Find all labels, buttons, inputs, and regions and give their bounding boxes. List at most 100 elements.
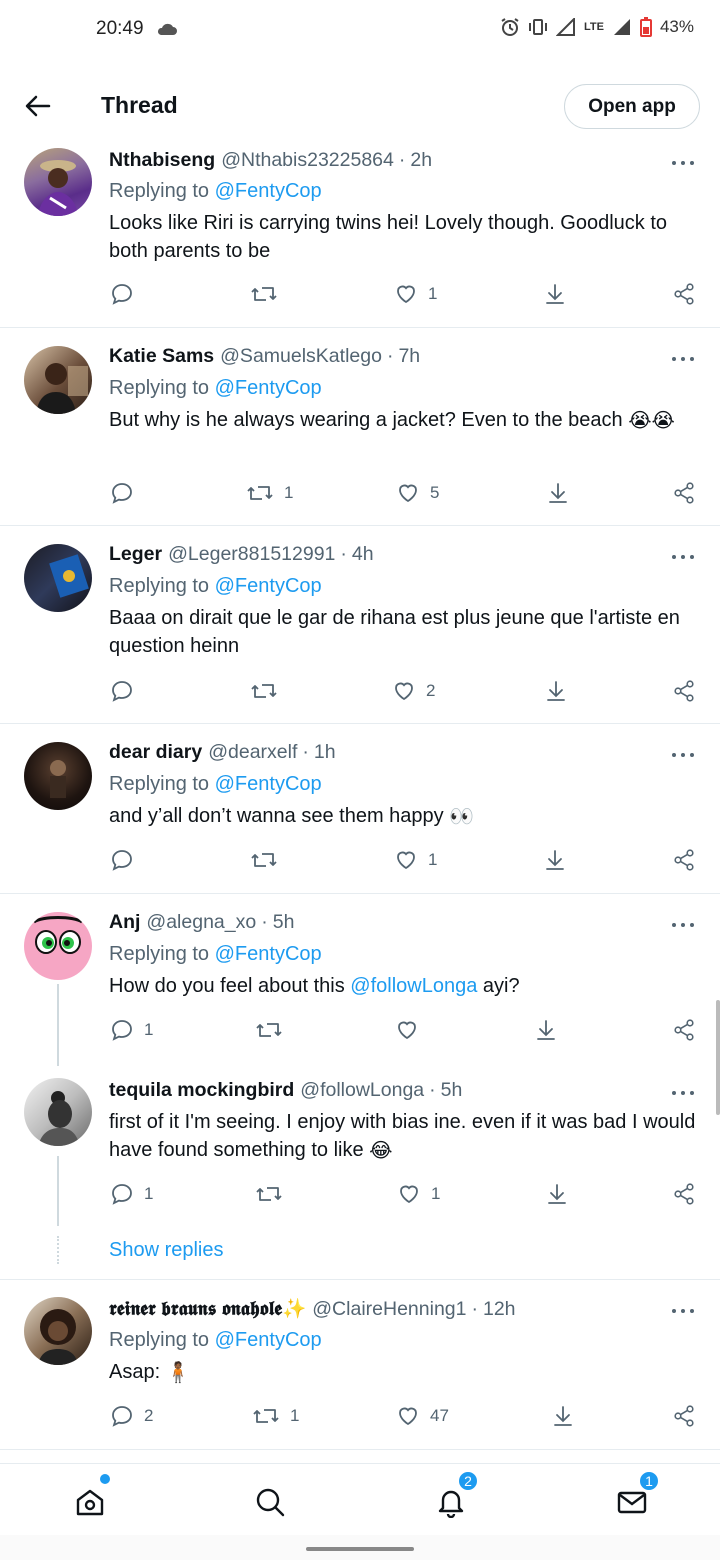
tweet[interactable]: tequila mockingbird @followLonga · 5h fi… [0, 1060, 720, 1280]
bookmark-button[interactable] [551, 1404, 575, 1428]
more-icon[interactable] [668, 349, 698, 369]
tweet-text-body: Asap: [109, 1361, 161, 1383]
replying-mention[interactable]: @FentyCop [215, 943, 322, 965]
replying-mention[interactable]: @FentyCop [215, 180, 322, 202]
nav-messages[interactable]: 1 [612, 1470, 660, 1522]
like-icon [397, 285, 415, 304]
tweet-time[interactable]: 12h [483, 1298, 516, 1321]
share-button[interactable] [672, 1182, 696, 1206]
tweet-time[interactable]: 5h [441, 1079, 463, 1102]
bookmark-button[interactable] [534, 1018, 558, 1042]
avatar[interactable] [24, 544, 92, 612]
author-handle[interactable]: @dearxelf [208, 741, 297, 764]
tweet[interactable]: Katie Sams @SamuelsKatlego · 7h Replying… [0, 328, 720, 526]
author-handle[interactable]: @alegna_xo [146, 911, 256, 934]
more-icon[interactable] [668, 1083, 698, 1103]
share-button[interactable] [672, 481, 696, 505]
author-name[interactable]: dear diary [109, 741, 202, 764]
retweet-button[interactable] [250, 848, 288, 872]
tweet-time[interactable]: 5h [273, 911, 295, 934]
scroll-indicator[interactable] [716, 1000, 720, 1115]
bookmark-download-icon [554, 1406, 572, 1426]
nav-search[interactable] [250, 1482, 290, 1522]
nav-home[interactable] [70, 1474, 110, 1522]
author-handle[interactable]: @followLonga [300, 1079, 424, 1102]
tweet[interactable]: Nthabiseng @Nthabis23225864 · 2h Replyin… [0, 144, 720, 328]
avatar[interactable] [24, 742, 92, 810]
nav-notifications[interactable]: 2 [431, 1470, 479, 1522]
avatar[interactable] [24, 346, 92, 414]
more-icon[interactable] [668, 745, 698, 765]
author-name[interactable]: Leger [109, 543, 162, 566]
retweet-button[interactable] [255, 1018, 293, 1042]
more-icon[interactable] [668, 153, 698, 173]
reply-icon [112, 1020, 132, 1041]
like-button[interactable]: 1 [394, 848, 437, 872]
tweet[interactable]: 𝖗𝖊𝖎𝖓𝖊𝖗 𝖇𝖗𝖆𝖚𝖓𝖘 𝖔𝖓𝖆𝖍𝖔𝖑𝖊 ✨ @ClaireHenning1 … [0, 1280, 720, 1450]
author-handle[interactable]: @ClaireHenning1 [312, 1298, 466, 1321]
like-button[interactable]: 1 [397, 1182, 440, 1206]
show-replies-link[interactable]: Show replies [109, 1239, 224, 1262]
like-button[interactable] [395, 1018, 429, 1042]
retweet-button[interactable]: 1 [252, 1404, 299, 1428]
bookmark-button[interactable] [546, 481, 570, 505]
tweet-time[interactable]: 7h [398, 345, 420, 368]
bookmark-button[interactable] [544, 679, 568, 703]
share-button[interactable] [672, 848, 696, 872]
author-handle[interactable]: @SamuelsKatlego [220, 345, 382, 368]
tweet-time[interactable]: 2h [410, 149, 432, 172]
reply-button[interactable]: 2 [110, 1404, 153, 1428]
reply-button[interactable] [110, 282, 144, 306]
author-handle[interactable]: @Leger881512991 [168, 543, 335, 566]
bookmark-button[interactable] [545, 1182, 569, 1206]
tweet[interactable]: dear diary @dearxelf · 1h Replying to @F… [0, 724, 720, 894]
reply-button[interactable]: 1 [110, 1182, 153, 1206]
avatar[interactable] [24, 1297, 92, 1365]
author-name[interactable]: Katie Sams [109, 345, 214, 368]
tweet[interactable]: Anj @alegna_xo · 5h Replying to @FentyCo… [0, 894, 720, 1066]
replying-mention[interactable]: @FentyCop [215, 377, 322, 399]
reply-button[interactable]: 1 [110, 1018, 153, 1042]
bookmark-button[interactable] [543, 282, 567, 306]
gesture-bar[interactable] [306, 1547, 414, 1551]
reply-button[interactable] [110, 481, 144, 505]
more-icon[interactable] [668, 547, 698, 567]
like-button[interactable]: 47 [396, 1404, 449, 1428]
reply-button[interactable] [110, 848, 144, 872]
tweet[interactable]: Leger @Leger881512991 · 4h Replying to @… [0, 526, 720, 724]
tweet-time[interactable]: 1h [314, 741, 336, 764]
retweet-button[interactable] [250, 282, 288, 306]
like-button[interactable]: 5 [396, 481, 439, 505]
retweet-button[interactable]: 1 [246, 481, 293, 505]
retweet-button[interactable] [250, 679, 288, 703]
author-name[interactable]: tequila mockingbird [109, 1079, 294, 1102]
open-app-button[interactable]: Open app [564, 84, 700, 129]
author-name[interactable]: Anj [109, 911, 140, 934]
notifications-badge: 2 [457, 1470, 479, 1492]
more-icon[interactable] [668, 1301, 698, 1321]
like-button[interactable]: 2 [392, 679, 435, 703]
tweet-time[interactable]: 4h [352, 543, 374, 566]
tweet-mention[interactable]: @followLonga [350, 975, 477, 997]
avatar[interactable] [24, 912, 92, 980]
avatar[interactable] [24, 148, 92, 216]
replying-mention[interactable]: @FentyCop [215, 575, 322, 597]
bookmark-button[interactable] [543, 848, 567, 872]
bottom-nav: 2 1 [0, 1463, 720, 1535]
back-button[interactable] [20, 88, 56, 124]
reply-button[interactable] [110, 679, 144, 703]
avatar[interactable] [24, 1078, 92, 1146]
replying-mention[interactable]: @FentyCop [215, 1329, 322, 1351]
share-button[interactable] [672, 679, 696, 703]
author-name[interactable]: 𝖗𝖊𝖎𝖓𝖊𝖗 𝖇𝖗𝖆𝖚𝖓𝖘 𝖔𝖓𝖆𝖍𝖔𝖑𝖊 [109, 1298, 282, 1321]
replying-mention[interactable]: @FentyCop [215, 773, 322, 795]
like-button[interactable]: 1 [394, 282, 437, 306]
share-button[interactable] [672, 1018, 696, 1042]
author-name[interactable]: Nthabiseng [109, 149, 215, 172]
author-handle[interactable]: @Nthabis23225864 [221, 149, 394, 172]
retweet-button[interactable] [255, 1182, 293, 1206]
share-button[interactable] [672, 1404, 696, 1428]
more-icon[interactable] [668, 915, 698, 935]
share-button[interactable] [672, 282, 696, 306]
vibrate-icon [528, 18, 548, 36]
